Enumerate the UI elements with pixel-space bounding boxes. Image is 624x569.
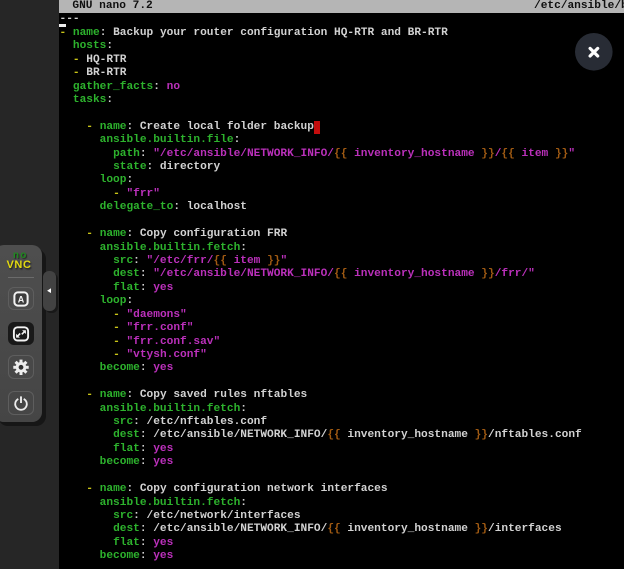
svg-text:A: A [18,294,25,304]
